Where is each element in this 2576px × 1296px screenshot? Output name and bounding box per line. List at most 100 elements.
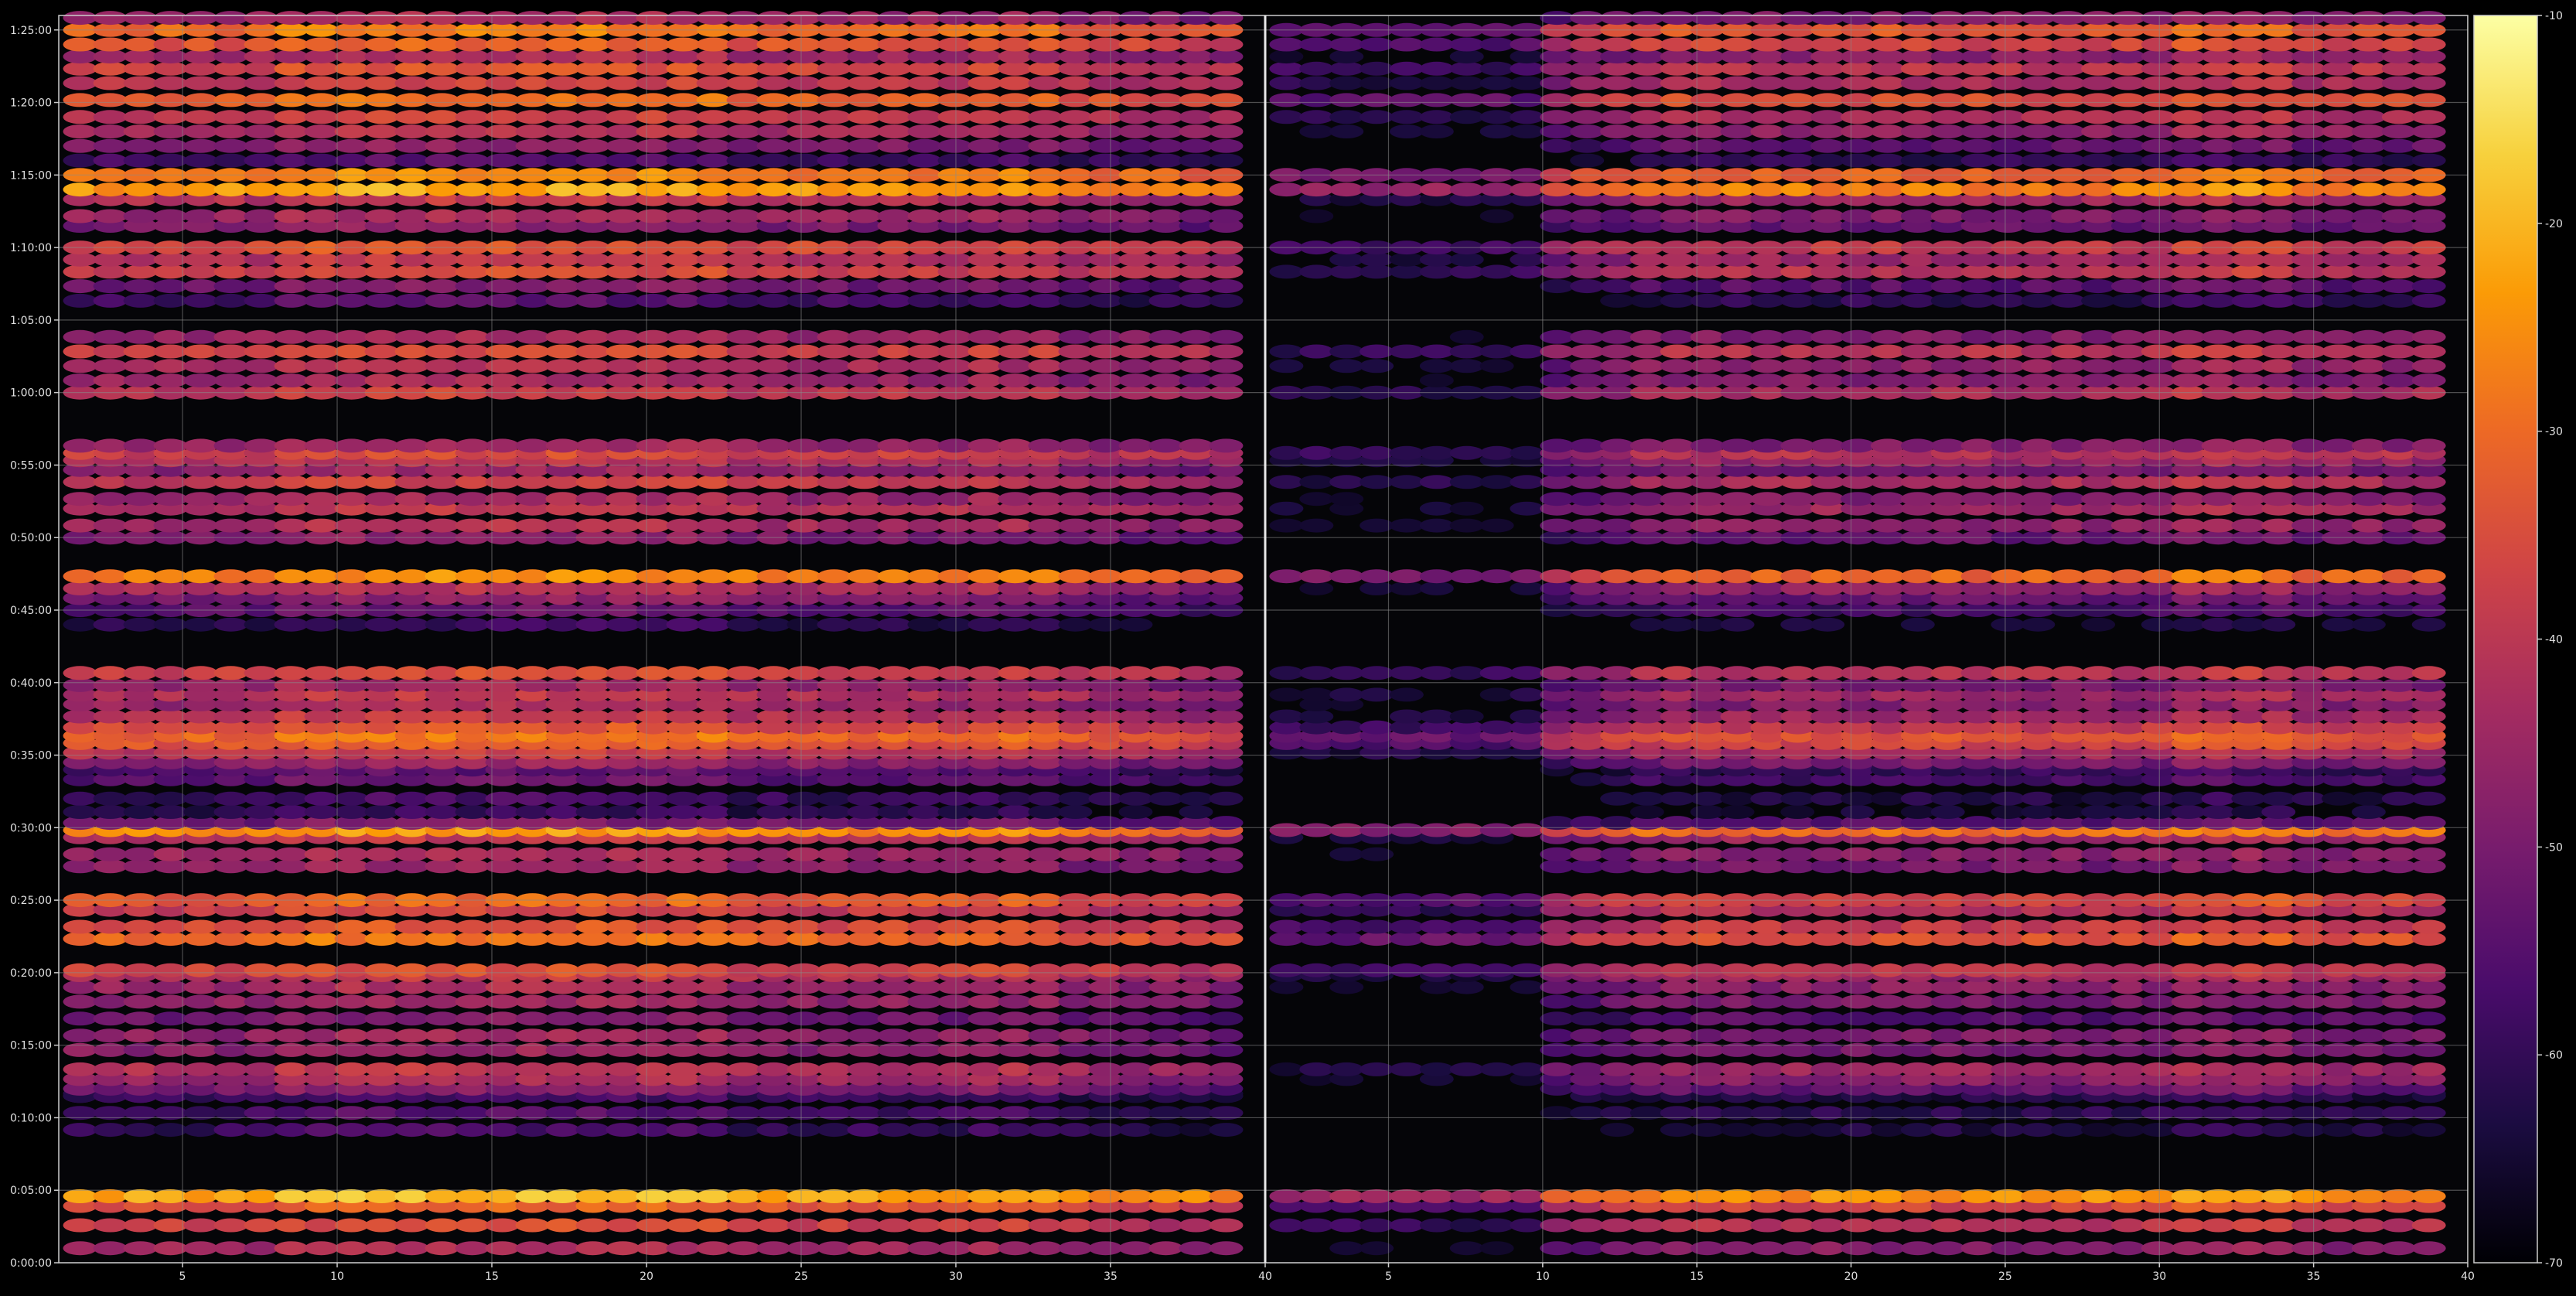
heatmap-cell — [1118, 1218, 1153, 1233]
heatmap-cell — [606, 963, 640, 977]
heatmap-cell — [1148, 581, 1183, 595]
heatmap-cell — [2141, 994, 2175, 1009]
heatmap-cell — [1900, 373, 1935, 387]
heatmap-cell — [575, 1218, 610, 1233]
heatmap-cell — [2322, 264, 2356, 279]
heatmap-cell — [63, 373, 97, 387]
heatmap-cell — [304, 709, 339, 724]
heatmap-cell — [696, 581, 731, 595]
heatmap-cell — [2201, 492, 2236, 506]
heatmap-cell — [1810, 859, 1845, 874]
heatmap-cell — [726, 252, 761, 267]
heatmap-cell — [183, 569, 218, 584]
heatmap-cell — [756, 1218, 791, 1233]
heatmap-cell — [2261, 264, 2296, 279]
heatmap-cell — [726, 359, 761, 373]
heatmap-cell — [877, 919, 912, 934]
heatmap-cell — [1690, 1028, 1725, 1043]
heatmap-cell — [2291, 492, 2326, 506]
heatmap-cell — [1540, 438, 1575, 453]
heatmap-cell — [515, 329, 550, 344]
heatmap-cell — [2081, 932, 2116, 946]
heatmap-cell — [606, 569, 640, 584]
heatmap-cell — [1058, 329, 1093, 344]
heatmap-cell — [2021, 1011, 2056, 1026]
heatmap-cell — [2201, 932, 2236, 946]
heatmap-cell — [2051, 677, 2086, 692]
heatmap-cell — [575, 518, 610, 533]
heatmap-cell — [756, 492, 791, 506]
heatmap-cell — [1148, 252, 1183, 267]
heatmap-cell — [786, 569, 821, 584]
heatmap-cell — [1088, 1189, 1123, 1203]
heatmap-cell — [545, 252, 580, 267]
heatmap-cell — [998, 373, 1032, 387]
heatmap-cell — [786, 518, 821, 533]
heatmap-cell — [455, 518, 490, 533]
heatmap-cell — [2351, 1028, 2386, 1043]
heatmap-cell — [1088, 581, 1123, 595]
heatmap-cell — [304, 963, 339, 977]
heatmap-cell — [334, 264, 369, 279]
heatmap-cell — [244, 919, 278, 934]
heatmap-cell — [1720, 1011, 1755, 1026]
heatmap-cell — [1870, 709, 1905, 724]
heatmap-cell — [2081, 569, 2116, 584]
heatmap-cell — [1570, 438, 1605, 453]
heatmap-cell — [2021, 329, 2056, 344]
heatmap-cell — [63, 209, 97, 223]
heatmap-cell — [2381, 475, 2416, 489]
heatmap-cell — [455, 438, 490, 453]
heatmap-cell — [2291, 666, 2326, 680]
heatmap-cell — [1269, 475, 1304, 489]
heatmap-cell — [2141, 805, 2175, 819]
heatmap-cell — [2051, 1241, 2086, 1256]
heatmap-cell — [2021, 359, 2056, 373]
heatmap-cell — [907, 1011, 942, 1026]
heatmap-cell — [1930, 847, 1965, 861]
heatmap-cell — [123, 666, 158, 680]
heatmap-cell — [786, 932, 821, 946]
heatmap-cell — [1088, 1241, 1123, 1256]
heatmap-cell — [1088, 569, 1123, 584]
heatmap-cell — [1299, 581, 1334, 595]
heatmap-cell — [1690, 677, 1725, 692]
heatmap-cell — [1870, 518, 1905, 533]
heatmap-cell — [394, 980, 429, 994]
heatmap-cell — [1810, 492, 1845, 506]
heatmap-cell — [2021, 492, 2056, 506]
heatmap-cell — [847, 1189, 882, 1203]
heatmap-cell — [1058, 1123, 1093, 1137]
heatmap-cell — [726, 709, 761, 724]
heatmap-cell — [1900, 475, 1935, 489]
heatmap-cell — [1991, 791, 2025, 806]
heatmap-cell — [1389, 932, 1424, 946]
heatmap-cell — [1209, 492, 1244, 506]
heatmap-cell — [1269, 344, 1304, 359]
heatmap-cell — [606, 492, 640, 506]
heatmap-cell — [1118, 209, 1153, 223]
heatmap-cell — [1810, 1218, 1845, 1233]
heatmap-cell — [364, 932, 399, 946]
heatmap-cell — [1900, 859, 1935, 874]
heatmap-cell — [1780, 492, 1815, 506]
heatmap-cell — [1540, 677, 1575, 692]
heatmap-cell — [575, 709, 610, 724]
heatmap-cell — [1088, 980, 1123, 994]
heatmap-cell — [1991, 709, 2025, 724]
heatmap-cell — [2322, 581, 2356, 595]
heatmap-cell — [1629, 209, 1664, 223]
heatmap-cell — [1028, 994, 1063, 1009]
heatmap-cell — [967, 518, 1002, 533]
heatmap-cell — [967, 1011, 1002, 1026]
heatmap-cell — [2110, 1028, 2145, 1043]
heatmap-cell — [2171, 1218, 2206, 1233]
heatmap-cell — [907, 1218, 942, 1233]
heatmap-cell — [756, 518, 791, 533]
heatmap-cell — [967, 1218, 1002, 1233]
heatmap-cell — [575, 475, 610, 489]
heatmap-cell — [515, 1011, 550, 1026]
heatmap-cell — [93, 293, 128, 308]
heatmap-cell — [636, 805, 670, 819]
heatmap-cell — [1600, 344, 1635, 359]
